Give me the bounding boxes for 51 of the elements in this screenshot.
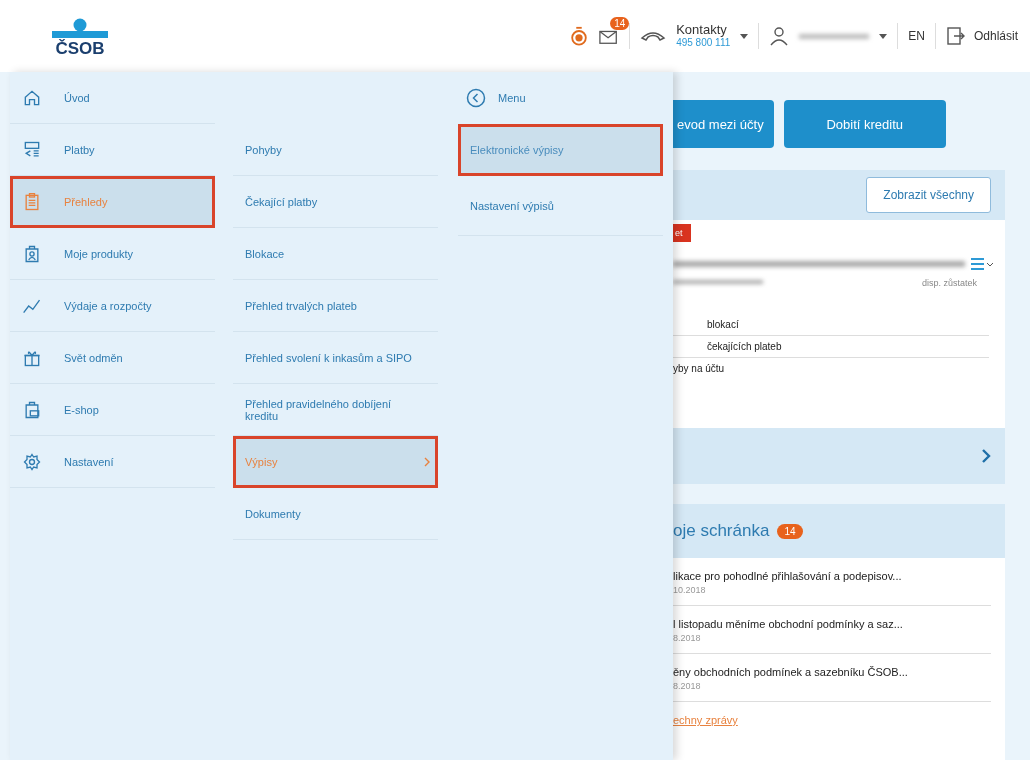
submenu-item[interactable]: Čekající platby (233, 176, 438, 228)
logo-figure-icon (50, 18, 110, 40)
caret-icon[interactable] (740, 33, 749, 39)
message-date: 10.2018 (673, 585, 707, 595)
inbox-title: oje schránka (673, 521, 770, 541)
contacts-link[interactable]: Kontakty (676, 23, 731, 36)
stopwatch-icon[interactable] (569, 26, 590, 46)
menu-item[interactable]: Svět odměn (10, 332, 215, 384)
balance-label: disp. zůstatek (921, 278, 977, 288)
show-all-button[interactable]: Zobrazit všechny (866, 177, 991, 213)
message-date: 8.2018 (673, 681, 702, 691)
action-button[interactable]: evod mezi účty (673, 100, 774, 148)
back-to-menu-link[interactable]: Menu (458, 72, 663, 124)
settings-icon (22, 451, 42, 472)
account-link[interactable]: blokací (673, 314, 989, 336)
message-count-badge: 14 (777, 523, 803, 539)
bank-logo[interactable]: ČSOB (50, 18, 110, 58)
submenu-item[interactable]: Pohyby (233, 124, 438, 176)
language-link[interactable]: EN (908, 29, 925, 43)
caret-icon[interactable] (879, 33, 888, 39)
logout-icon (945, 26, 966, 46)
all-messages-link[interactable]: echny zprávy (673, 714, 738, 726)
account-link[interactable]: čekajících plateb (673, 336, 989, 358)
submenu-item[interactable]: Elektronické výpisy (458, 124, 663, 176)
payments-icon (22, 139, 42, 160)
message-title[interactable]: l listopadu měníme obchodní podmínky a saz... (673, 618, 991, 630)
menu-item[interactable]: Výdaje a rozpočty (10, 280, 215, 332)
menu-item[interactable]: E-shop (10, 384, 215, 436)
message-title[interactable]: likace pro pohodlné přihlašování a podepisov... (673, 570, 991, 582)
account-tag: et (673, 224, 691, 242)
submenu-item[interactable]: Dokumenty (233, 488, 438, 540)
menu-item[interactable]: Nastavení (10, 436, 215, 488)
menu-item[interactable]: Úvod (10, 72, 215, 124)
chevron-right-icon (424, 456, 430, 467)
chevron-right-icon (981, 448, 991, 464)
mail-count-badge: 14 (610, 17, 630, 30)
user-icon[interactable] (769, 26, 790, 46)
action-button[interactable]: Dobití kreditu (783, 100, 946, 148)
submenu-item[interactable]: Přehled trvalých plateb (233, 280, 438, 332)
phone-handset-icon (640, 29, 667, 43)
phone-number: 495 800 111 (676, 37, 731, 49)
message-date: 8.2018 (673, 633, 702, 643)
logout-button[interactable]: Odhlásit (945, 26, 1018, 46)
menu-icon[interactable] (971, 258, 993, 270)
message-title[interactable]: ěny obchodních podmínek a sazebníku ČSOB... (673, 666, 991, 678)
redacted-user-name (799, 33, 870, 39)
submenu-item[interactable]: Přehled svolení k inkasům a SIPO (233, 332, 438, 384)
menu-item[interactable]: Moje produkty (10, 228, 215, 280)
submenu-item[interactable]: Blokace (233, 228, 438, 280)
account-link[interactable]: yby na účtu (673, 358, 989, 379)
submenu-item[interactable]: Nastavení výpisů (458, 176, 663, 236)
